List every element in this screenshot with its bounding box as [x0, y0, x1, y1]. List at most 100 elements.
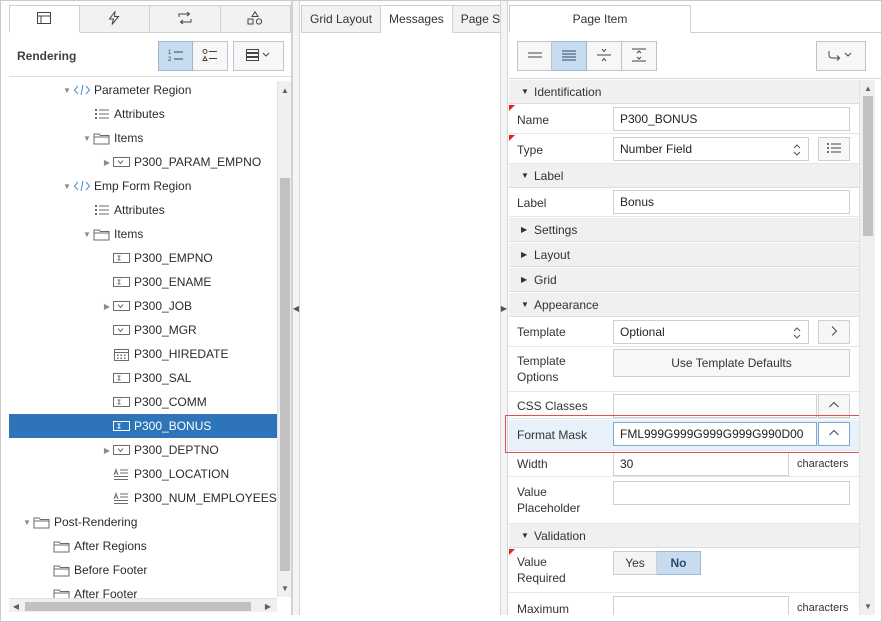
tab-page-item[interactable]: Page Item: [509, 5, 691, 33]
expanded-caret-icon[interactable]: ▼: [81, 132, 93, 144]
left-splitter[interactable]: ◀: [292, 1, 300, 615]
go-to-template-button[interactable]: [818, 320, 850, 344]
tab-messages[interactable]: Messages: [381, 5, 453, 33]
tree-node-label: After Footer: [74, 587, 138, 598]
maximum-length-input[interactable]: [613, 596, 789, 615]
go-to-group-button[interactable]: [816, 41, 866, 71]
folder-icon: [53, 587, 71, 598]
tree-node[interactable]: ▼ Items: [9, 222, 277, 246]
tree-node[interactable]: P300_NUM_EMPLOYEES: [9, 486, 277, 510]
yes-option[interactable]: Yes: [613, 551, 657, 575]
scroll-down-arrow-icon[interactable]: ▼: [860, 599, 876, 613]
tree-node[interactable]: P300_EMPNO: [9, 246, 277, 270]
scroll-down-arrow-icon[interactable]: ▼: [278, 581, 292, 595]
tree-node-label: P300_PARAM_EMPNO: [134, 155, 262, 169]
expand-all-button[interactable]: [622, 41, 657, 71]
tree-node[interactable]: ▼ Parameter Region: [9, 78, 277, 102]
property-editor: Page Item ▼ Identification Name P300_BON…: [505, 1, 881, 615]
scrollbar-thumb[interactable]: [25, 602, 251, 611]
tree-node[interactable]: ▼ Items: [9, 126, 277, 150]
scroll-up-arrow-icon[interactable]: ▲: [278, 83, 292, 97]
tree-node-label: P300_EMPNO: [134, 251, 213, 265]
list-values-button[interactable]: [818, 137, 850, 161]
center-pane-tabs: Grid Layout Messages Page S: [301, 5, 507, 33]
expanded-caret-icon[interactable]: ▼: [81, 228, 93, 240]
tab-grid-layout[interactable]: Grid Layout: [301, 5, 382, 33]
tree-vertical-scrollbar[interactable]: ▲ ▼: [277, 81, 291, 597]
no-option[interactable]: No: [657, 551, 701, 575]
tree-node[interactable]: ▼ Emp Form Region: [9, 174, 277, 198]
tree-node[interactable]: After Regions: [9, 534, 277, 558]
collapsed-caret-icon[interactable]: ▶: [101, 300, 113, 312]
use-template-defaults-button[interactable]: Use Template Defaults: [613, 349, 850, 377]
group-label[interactable]: ▼ Label: [509, 164, 859, 188]
tree-node[interactable]: P300_HIREDATE: [9, 342, 277, 366]
label-input[interactable]: Bonus: [613, 190, 850, 214]
template-select[interactable]: Optional: [613, 320, 809, 344]
tree-node[interactable]: P300_ENAME: [9, 270, 277, 294]
group-layout[interactable]: ▶ Layout: [509, 243, 859, 267]
collapsed-caret-icon[interactable]: ▶: [101, 156, 113, 168]
name-input[interactable]: P300_BONUS: [613, 107, 850, 131]
property-value-required: Value Required Yes No: [509, 549, 859, 593]
type-select[interactable]: Number Field: [613, 137, 809, 161]
view-mode-group: 12: [158, 41, 228, 71]
tab-dynamic-actions[interactable]: [79, 5, 150, 33]
required-marker: [509, 105, 515, 111]
folder-icon: [93, 131, 111, 145]
width-input[interactable]: 30: [613, 452, 789, 476]
view-by-order-button[interactable]: 12: [158, 41, 193, 71]
display-menu-group: [233, 41, 284, 71]
scrollbar-thumb[interactable]: [863, 96, 873, 236]
collapse-right-icon[interactable]: ▶: [501, 304, 507, 313]
group-title: Appearance: [534, 297, 599, 312]
property-width: Width 30 characters: [509, 452, 859, 477]
tree-node-label: Parameter Region: [94, 83, 192, 97]
tab-shared-components[interactable]: [220, 5, 291, 33]
display-menu-button[interactable]: [233, 41, 284, 71]
expanded-caret-icon[interactable]: ▼: [61, 84, 73, 96]
group-title: Settings: [534, 222, 578, 237]
tree-node[interactable]: Attributes: [9, 102, 277, 126]
right-splitter[interactable]: ▶: [500, 1, 508, 615]
expanded-caret-icon[interactable]: ▼: [21, 516, 33, 528]
tree-node[interactable]: ▶ P300_DEPTNO: [9, 438, 277, 462]
property-vertical-scrollbar[interactable]: ▲ ▼: [859, 80, 875, 615]
group-validation[interactable]: ▼ Validation: [509, 524, 859, 548]
tree-node[interactable]: P300_BONUS: [9, 414, 277, 438]
tab-rendering[interactable]: [9, 5, 80, 33]
tree-node[interactable]: P300_COMM: [9, 390, 277, 414]
show-all-button[interactable]: [552, 41, 587, 71]
tree-node[interactable]: P300_MGR: [9, 318, 277, 342]
select-list-item-icon: [113, 443, 131, 457]
show-common-button[interactable]: [517, 41, 552, 71]
tab-page-search[interactable]: Page S: [452, 5, 507, 33]
scroll-right-arrow-icon[interactable]: ▶: [261, 599, 275, 613]
left-pane-tabs: [9, 5, 291, 33]
collapsed-caret-icon[interactable]: ▶: [101, 444, 113, 456]
tree-node[interactable]: Attributes: [9, 198, 277, 222]
tree-node[interactable]: P300_LOCATION: [9, 462, 277, 486]
tree-node[interactable]: Before Footer: [9, 558, 277, 582]
value-placeholder-input[interactable]: [613, 481, 850, 505]
scroll-up-arrow-icon[interactable]: ▲: [860, 81, 876, 95]
tree-node[interactable]: P300_SAL: [9, 366, 277, 390]
group-identification[interactable]: ▼ Identification: [509, 80, 859, 104]
view-by-component-button[interactable]: [193, 41, 228, 71]
tree-horizontal-scrollbar[interactable]: ◀ ▶: [9, 598, 277, 612]
tab-processing[interactable]: [150, 5, 221, 33]
group-settings[interactable]: ▶ Settings: [509, 218, 859, 242]
group-grid[interactable]: ▶ Grid: [509, 268, 859, 292]
collapse-left-icon[interactable]: ◀: [293, 304, 299, 313]
tree-node[interactable]: ▶ P300_JOB: [9, 294, 277, 318]
tree-node[interactable]: ▶ P300_PARAM_EMPNO: [9, 150, 277, 174]
group-appearance[interactable]: ▼ Appearance: [509, 293, 859, 317]
collapse-all-button[interactable]: [587, 41, 622, 71]
scroll-left-arrow-icon[interactable]: ◀: [9, 599, 23, 613]
tree-node[interactable]: ▼ Post-Rendering: [9, 510, 277, 534]
scrollbar-thumb[interactable]: [280, 178, 290, 571]
expanded-caret-icon[interactable]: ▼: [61, 180, 73, 192]
tree-node[interactable]: After Footer: [9, 582, 277, 598]
